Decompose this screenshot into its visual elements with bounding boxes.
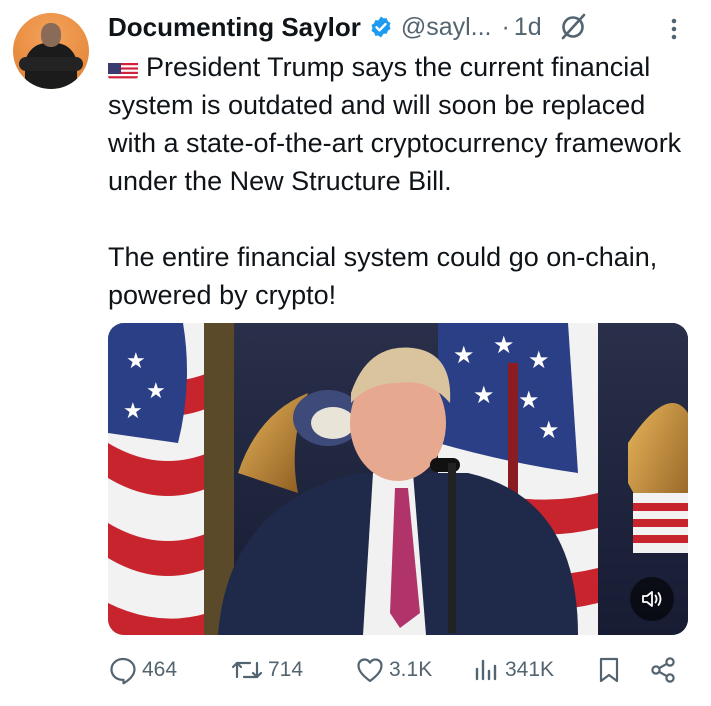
repost-button[interactable]: 714 [230,650,303,690]
video-frame: ★ ★ ★ ★ ★ ★ ★ ★ ★ [108,323,688,635]
repost-count: 714 [268,658,304,681]
reply-count: 464 [142,658,178,681]
heart-icon [357,658,383,683]
bookmark-icon [599,657,619,683]
mute-button[interactable] [630,577,674,621]
tweet-text: President Trump says the current financi… [108,48,698,314]
timestamp[interactable]: 1d [514,13,542,42]
svg-text:★: ★ [518,386,540,414]
action-bar: 464 714 3.1K 341K [108,650,688,690]
like-count: 3.1K [389,658,433,681]
svg-text:★: ★ [493,331,515,359]
repost-icon [231,661,263,679]
video-player[interactable]: ★ ★ ★ ★ ★ ★ ★ ★ ★ [108,323,688,635]
author-name[interactable]: Documenting Saylor [108,12,361,43]
tweet[interactable]: Documenting Saylor @sayl... · 1d Preside… [0,0,711,706]
more-options-icon[interactable] [664,14,684,44]
speaker-icon [642,591,662,607]
us-flag-icon [108,57,138,79]
tweet-paragraph-1: President Trump says the current financi… [108,48,698,200]
bookmark-button[interactable] [596,650,622,690]
reply-button[interactable]: 464 [108,650,177,690]
verified-badge-icon[interactable] [369,15,393,39]
svg-text:★: ★ [528,346,550,374]
share-icon [651,657,675,683]
views-chart-icon [475,659,497,681]
tweet-paragraph-2: The entire financial system could go on-… [108,242,658,310]
svg-text:★: ★ [123,399,143,424]
separator-dot: · [501,12,510,41]
avatar[interactable] [13,13,89,89]
svg-text:★: ★ [538,416,560,444]
author-handle[interactable]: @sayl... [401,13,492,42]
avatar-arm [19,57,83,71]
svg-text:★: ★ [473,381,495,409]
tweet-header: Documenting Saylor @sayl... · 1d [108,10,588,44]
views-button[interactable]: 341K [471,650,554,690]
like-button[interactable]: 3.1K [355,650,432,690]
views-count: 341K [505,658,555,681]
grok-icon[interactable] [558,12,588,42]
svg-text:★: ★ [126,349,146,374]
avatar-head [41,23,61,47]
svg-text:★: ★ [146,379,166,404]
svg-text:★: ★ [453,341,475,369]
share-button[interactable] [648,650,678,690]
reply-icon [110,657,136,685]
tweet-paragraph-1-text: President Trump says the current financi… [108,52,682,196]
